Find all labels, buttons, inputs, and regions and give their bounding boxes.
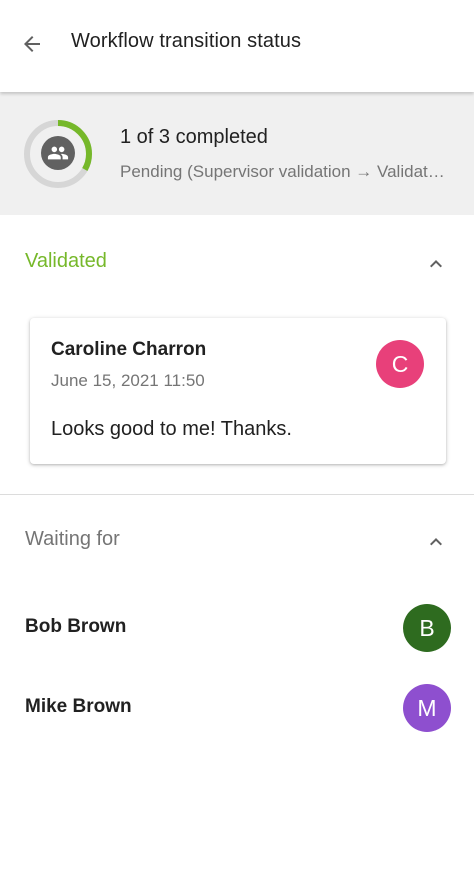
list-item: Bob Brown B: [0, 596, 474, 660]
avatar: B: [403, 604, 451, 652]
waiting-section-title: Waiting for: [25, 528, 120, 550]
avatar: C: [376, 340, 424, 388]
status-summary: 1 of 3 completed Pending (Supervisor val…: [0, 92, 474, 215]
list-item: Mike Brown M: [0, 676, 474, 740]
validator-name: Caroline Charron: [51, 339, 207, 360]
validated-section-title: Validated: [25, 250, 107, 272]
app-bar: Workflow transition status: [0, 0, 474, 92]
validated-section-header[interactable]: Validated: [0, 232, 474, 292]
person-name: Bob Brown: [25, 616, 127, 637]
chevron-up-icon[interactable]: [424, 530, 448, 554]
group-icon: [41, 136, 75, 170]
chevron-up-icon[interactable]: [424, 252, 448, 276]
page-title: Workflow transition status: [71, 30, 302, 52]
validation-date: June 15, 2021 11:50: [51, 371, 205, 390]
validation-comment: Looks good to me! Thanks.: [51, 418, 292, 440]
validation-card: Caroline Charron June 15, 2021 11:50 Loo…: [30, 318, 446, 464]
divider: [0, 494, 474, 495]
completion-count: 1 of 3 completed: [120, 126, 268, 148]
transition-status: Pending (Supervisor validation → Validat…: [120, 162, 448, 181]
person-name: Mike Brown: [25, 696, 132, 717]
arrow-back-icon: [24, 36, 40, 52]
avatar: M: [403, 684, 451, 732]
waiting-section-header[interactable]: Waiting for: [0, 510, 474, 570]
back-button[interactable]: [14, 26, 50, 62]
